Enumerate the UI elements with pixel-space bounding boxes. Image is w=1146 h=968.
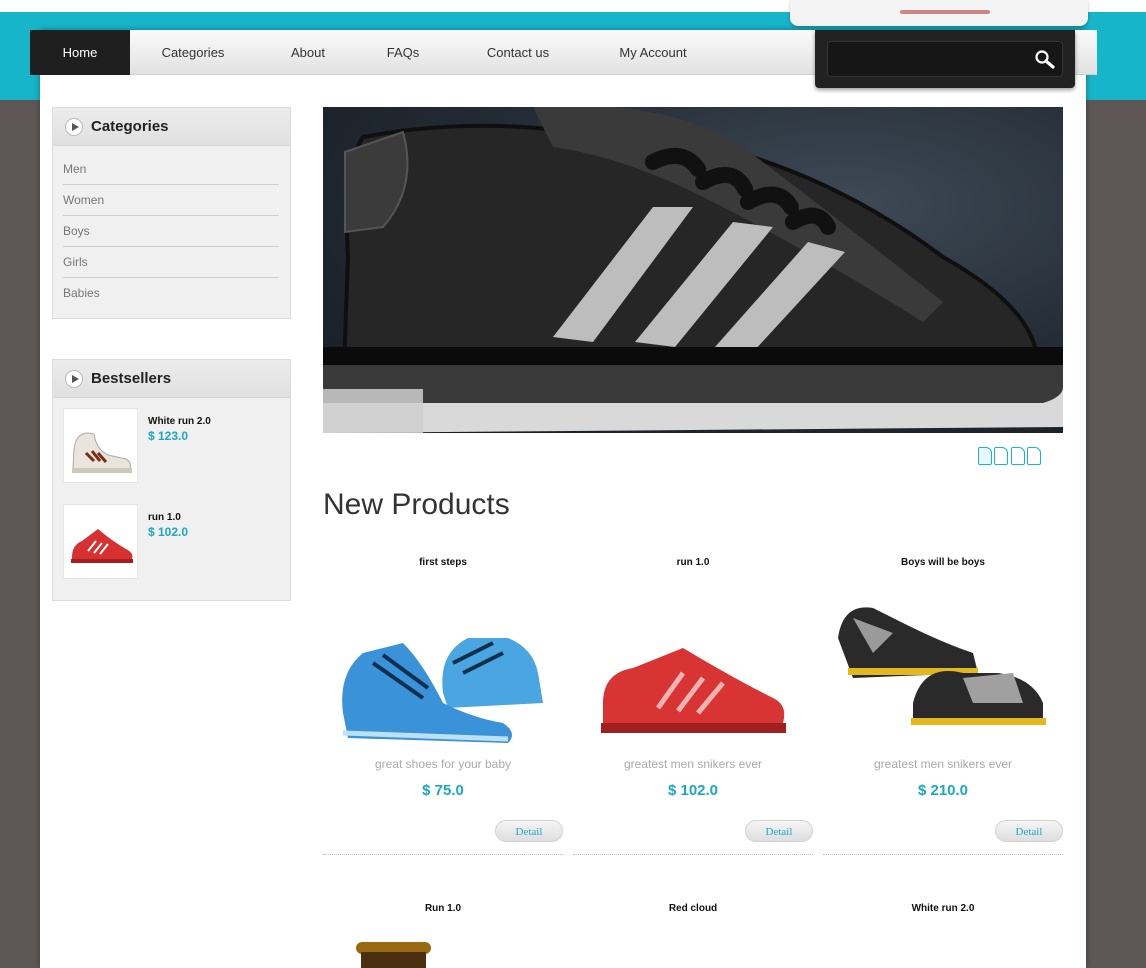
category-list: Men Women Boys Girls Babies (53, 146, 290, 319)
slide-dot-2[interactable] (994, 447, 1009, 465)
categories-header: Categories (53, 108, 290, 146)
product-price: $ 102.0 (667, 782, 719, 799)
red-sneaker-icon (71, 529, 133, 563)
slide-dot-1[interactable] (978, 447, 992, 465)
boot-image[interactable] (351, 940, 436, 968)
product-description: great shoes for your baby (374, 757, 512, 771)
bestsellers-header: Bestsellers (53, 360, 290, 398)
category-boys[interactable]: Boys (63, 216, 279, 247)
detail-button[interactable]: Detail (995, 820, 1063, 842)
category-men[interactable]: Men (63, 154, 279, 185)
bestseller-item[interactable]: White run 2.0 $ 123.0 (53, 398, 290, 494)
slide-dot-3[interactable] (1010, 447, 1025, 465)
product-price: $ 75.0 (422, 782, 464, 799)
detail-button[interactable]: Detail (745, 820, 813, 842)
bestseller-name[interactable]: White run 2.0 (148, 416, 211, 427)
play-arrow-icon (65, 118, 83, 136)
product-card: Run 1.0 (323, 903, 563, 914)
nav-about[interactable]: About (280, 30, 336, 75)
product-name[interactable]: run 1.0 (573, 557, 813, 568)
boys-sneakers-image[interactable] (833, 593, 1053, 743)
bestsellers-title: Bestsellers (91, 370, 172, 387)
product-name[interactable]: Run 1.0 (323, 903, 563, 914)
divider (323, 854, 563, 855)
hero-banner[interactable] (323, 107, 1063, 433)
play-arrow-icon (65, 370, 83, 388)
bestseller-name[interactable]: run 1.0 (148, 512, 181, 523)
product-card: first steps great shoes for your baby $ … (323, 557, 563, 867)
divider (573, 854, 813, 855)
top-tab (790, 0, 1088, 26)
product-price: $ 210.0 (917, 782, 969, 799)
categories-title: Categories (91, 118, 169, 135)
search-icon[interactable] (1033, 48, 1057, 72)
divider (823, 854, 1063, 855)
top-tab-mark (900, 10, 990, 14)
product-card: Boys will be boys greatest men snikers e… (823, 557, 1063, 867)
bestseller-price: $ 123.0 (148, 429, 189, 443)
product-name[interactable]: White run 2.0 (823, 903, 1063, 914)
categories-box: Categories Men Women Boys Girls Babies (52, 107, 291, 319)
product-description: greatest men snikers ever (623, 757, 763, 771)
nav-contact-us[interactable]: Contact us (478, 30, 558, 75)
search-box (815, 30, 1075, 88)
nav-faqs[interactable]: FAQs (378, 30, 428, 75)
nav-my-account[interactable]: My Account (608, 30, 698, 75)
slide-dot-4[interactable] (1027, 447, 1042, 465)
red-sneaker-image[interactable] (583, 593, 803, 743)
category-women[interactable]: Women (63, 185, 279, 216)
product-card: White run 2.0 (823, 903, 1063, 914)
product-name[interactable]: Boys will be boys (823, 557, 1063, 568)
bestseller-price: $ 102.0 (148, 525, 189, 539)
bestseller-thumbnail[interactable] (63, 408, 138, 483)
product-name[interactable]: first steps (323, 557, 563, 568)
detail-button[interactable]: Detail (495, 820, 563, 842)
new-products-title: New Products (323, 488, 510, 521)
blue-baby-shoes-image[interactable] (333, 593, 553, 743)
category-girls[interactable]: Girls (63, 247, 279, 278)
product-card: run 1.0 greatest men snikers ever $ 102.… (573, 557, 813, 867)
bestseller-thumbnail[interactable] (63, 504, 138, 579)
black-sneaker-image (323, 107, 1063, 433)
nav-categories[interactable]: Categories (148, 30, 238, 75)
banner-slider-nav (978, 447, 1042, 470)
bestseller-item[interactable]: run 1.0 $ 102.0 (53, 494, 290, 590)
nav-home[interactable]: Home (30, 30, 130, 75)
product-name[interactable]: Red cloud (573, 903, 813, 914)
category-babies[interactable]: Babies (63, 278, 279, 309)
product-description: greatest men snikers ever (873, 757, 1013, 771)
bestsellers-box: Bestsellers White run 2.0 $ 123.0 run 1.… (52, 359, 291, 601)
product-card: Red cloud (573, 903, 813, 914)
white-sneaker-icon (72, 432, 132, 473)
search-input[interactable] (827, 41, 1063, 77)
